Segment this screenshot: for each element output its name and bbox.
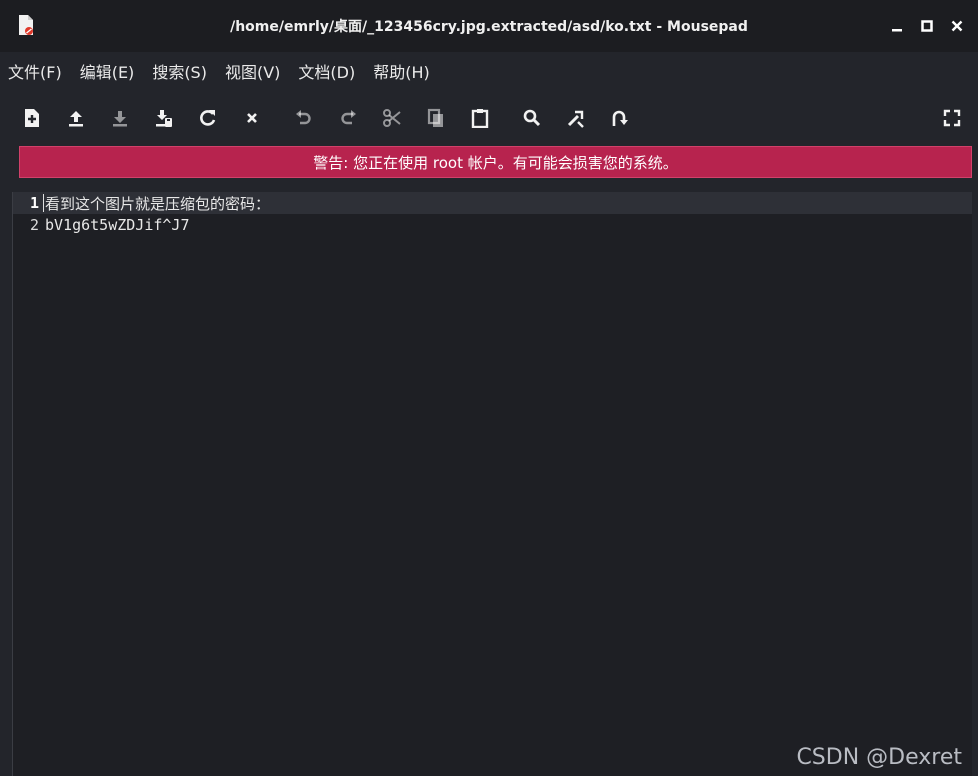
open-file-icon [69, 111, 83, 127]
cut-button[interactable] [380, 106, 404, 130]
fullscreen-icon [943, 109, 961, 127]
line-number: 2 [29, 216, 39, 234]
new-document-icon [25, 109, 39, 127]
redo-icon [341, 110, 356, 125]
editor-line-2[interactable]: 2 bV1g6t5wZDJif^J7 [13, 214, 972, 236]
save-icon [113, 111, 127, 127]
new-document-button[interactable] [20, 106, 44, 130]
cut-icon [383, 109, 401, 127]
copy-button[interactable] [424, 106, 448, 130]
text-editor-area[interactable]: 1 看到这个图片就是压缩包的密码： 2 bV1g6t5wZDJif^J7 CSD… [12, 192, 972, 776]
open-file-button[interactable] [64, 106, 88, 130]
find-replace-button[interactable] [564, 106, 588, 130]
toolbar [0, 90, 978, 146]
save-as-button[interactable] [152, 106, 176, 130]
maximize-button[interactable] [912, 14, 942, 38]
mousepad-window: /home/emrly/桌面/_123456cry.jpg.extracted/… [0, 0, 978, 776]
line-text[interactable]: bV1g6t5wZDJif^J7 [45, 216, 190, 234]
save-button[interactable] [108, 106, 132, 130]
minimize-button[interactable] [882, 14, 912, 38]
redo-button[interactable] [336, 106, 360, 130]
paste-icon [471, 109, 489, 128]
close-document-button[interactable] [240, 106, 264, 130]
title-bar[interactable]: /home/emrly/桌面/_123456cry.jpg.extracted/… [0, 0, 978, 52]
menu-file[interactable]: 文件(F) [8, 59, 62, 83]
close-document-icon [247, 113, 257, 123]
line-number: 1 [29, 194, 39, 212]
root-warning-bar: 警告: 您正在使用 root 帐户。有可能会损害您的系统。 [19, 146, 972, 178]
editor-line-1[interactable]: 1 看到这个图片就是压缩包的密码： [13, 192, 972, 214]
menu-help[interactable]: 帮助(H) [373, 59, 430, 83]
minimize-icon [892, 29, 902, 32]
mousepad-app-icon [18, 14, 34, 36]
window-controls [882, 14, 972, 38]
root-warning-text: 警告: 您正在使用 root 帐户。有可能会损害您的系统。 [313, 153, 678, 172]
menu-document[interactable]: 文档(D) [298, 59, 355, 83]
save-as-icon [156, 110, 172, 127]
go-to-line-icon [612, 110, 628, 126]
find-icon [523, 109, 541, 127]
line-text[interactable]: 看到这个图片就是压缩包的密码： [45, 193, 270, 214]
menu-view[interactable]: 视图(V) [225, 59, 280, 83]
paste-button[interactable] [468, 106, 492, 130]
menu-search[interactable]: 搜索(S) [152, 59, 207, 83]
menu-bar: 文件(F) 编辑(E) 搜索(S) 视图(V) 文档(D) 帮助(H) [0, 52, 978, 90]
close-button[interactable] [942, 14, 972, 38]
find-replace-icon [567, 110, 584, 128]
maximize-icon [921, 20, 933, 32]
window-title: /home/emrly/桌面/_123456cry.jpg.extracted/… [230, 19, 748, 35]
fullscreen-button[interactable] [940, 106, 964, 130]
find-button[interactable] [520, 106, 544, 130]
reload-icon [200, 110, 216, 126]
menu-edit[interactable]: 编辑(E) [80, 59, 135, 83]
undo-button[interactable] [292, 106, 316, 130]
watermark: CSDN @Dexret [796, 745, 962, 770]
go-to-line-button[interactable] [608, 106, 632, 130]
text-cursor [43, 194, 44, 212]
reload-button[interactable] [196, 106, 220, 130]
close-icon [951, 20, 963, 32]
copy-icon [427, 108, 443, 127]
undo-icon [296, 110, 311, 125]
